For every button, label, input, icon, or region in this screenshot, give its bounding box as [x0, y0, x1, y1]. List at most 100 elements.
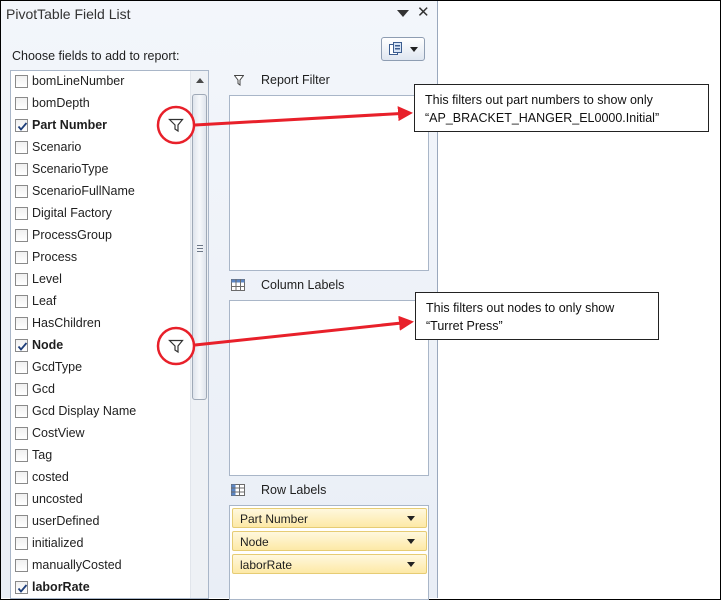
close-icon[interactable]: ✕: [417, 4, 430, 22]
field-row[interactable]: manuallyCosted: [11, 555, 189, 577]
field-label: CostView: [32, 426, 85, 440]
field-label: Gcd Display Name: [32, 404, 137, 418]
check-icon: [17, 584, 28, 593]
field-checkbox[interactable]: [15, 427, 28, 440]
field-checkbox[interactable]: [15, 141, 28, 154]
report-filter-title: Report Filter: [261, 73, 330, 87]
chevron-down-icon[interactable]: [407, 516, 415, 521]
field-checkbox[interactable]: [15, 163, 28, 176]
field-row[interactable]: ScenarioType: [11, 159, 189, 181]
field-checkbox[interactable]: [15, 493, 28, 506]
field-row[interactable]: GcdType: [11, 357, 189, 379]
callout-line: This filters out nodes to only show: [426, 301, 615, 315]
column-labels-area[interactable]: [229, 300, 429, 476]
row-label-item[interactable]: laborRate: [232, 554, 427, 574]
field-label: Part Number: [32, 118, 108, 132]
chevron-down-icon[interactable]: [407, 562, 415, 567]
field-row[interactable]: bomDepth: [11, 93, 189, 115]
field-label: ScenarioType: [32, 162, 109, 176]
field-row[interactable]: costed: [11, 467, 189, 489]
field-row[interactable]: HasChildren: [11, 313, 189, 335]
field-label: Digital Factory: [32, 206, 112, 220]
field-label: laborRate: [32, 580, 90, 594]
field-checkbox[interactable]: [15, 339, 28, 352]
field-row[interactable]: laborRate: [11, 577, 189, 598]
field-label: uncosted: [32, 492, 83, 506]
field-row[interactable]: Leaf: [11, 291, 189, 313]
field-checkbox[interactable]: [15, 185, 28, 198]
callout-line: This filters out part numbers to show on…: [425, 93, 653, 107]
funnel-icon: [234, 75, 244, 86]
field-row[interactable]: Part Number: [11, 115, 189, 137]
field-row[interactable]: bomLineNumber: [11, 71, 189, 93]
field-list-scrollbar[interactable]: [190, 71, 208, 598]
field-checkbox[interactable]: [15, 251, 28, 264]
column-labels-title: Column Labels: [261, 278, 345, 292]
field-checkbox[interactable]: [15, 559, 28, 572]
field-label: HasChildren: [32, 316, 101, 330]
field-row[interactable]: initialized: [11, 533, 189, 555]
field-label: Tag: [32, 448, 53, 462]
field-label: Leaf: [32, 294, 57, 308]
field-list: bomLineNumber bomDepth Part Number Scenario…: [10, 70, 209, 599]
field-row[interactable]: Gcd: [11, 379, 189, 401]
check-icon: [17, 122, 28, 131]
field-checkbox[interactable]: [15, 581, 28, 594]
field-layout-button[interactable]: [381, 37, 425, 61]
field-checkbox[interactable]: [15, 207, 28, 220]
field-checkbox[interactable]: [15, 405, 28, 418]
field-checkbox[interactable]: [15, 449, 28, 462]
field-checkbox[interactable]: [15, 273, 28, 286]
field-label: bomDepth: [32, 96, 90, 110]
field-row[interactable]: Scenario: [11, 137, 189, 159]
field-row[interactable]: Process: [11, 247, 189, 269]
row-grid-icon: [231, 484, 245, 496]
row-label-item[interactable]: Node: [232, 531, 427, 551]
column-grid-icon: [231, 279, 245, 291]
field-label: initialized: [32, 536, 84, 550]
field-checkbox[interactable]: [15, 119, 28, 132]
choose-fields-label: Choose fields to add to report:: [12, 49, 180, 63]
field-row[interactable]: ScenarioFullName: [11, 181, 189, 203]
field-row[interactable]: Node: [11, 335, 189, 357]
title-bar: PivotTable Field List ✕: [1, 1, 437, 28]
field-label: ProcessGroup: [32, 228, 112, 242]
field-row[interactable]: Level: [11, 269, 189, 291]
scrollbar-thumb[interactable]: [192, 94, 207, 400]
field-checkbox[interactable]: [15, 471, 28, 484]
field-checkbox[interactable]: [15, 537, 28, 550]
callout-line: “Turret Press”: [426, 319, 503, 333]
grip-line: [197, 251, 203, 252]
row-label-text: laborRate: [240, 558, 293, 572]
part-number-callout: This filters out part numbers to show on…: [414, 84, 709, 132]
field-row[interactable]: Digital Factory: [11, 203, 189, 225]
callout-line: “AP_BRACKET_HANGER_EL0000.Initial”: [425, 111, 660, 125]
chevron-down-icon[interactable]: [407, 539, 415, 544]
field-checkbox[interactable]: [15, 383, 28, 396]
field-checkbox[interactable]: [15, 317, 28, 330]
scroll-up-icon[interactable]: [196, 78, 204, 83]
field-row[interactable]: userDefined: [11, 511, 189, 533]
field-checkbox[interactable]: [15, 361, 28, 374]
field-row[interactable]: CostView: [11, 423, 189, 445]
field-checkbox[interactable]: [15, 515, 28, 528]
field-checkbox[interactable]: [15, 75, 28, 88]
field-row[interactable]: ProcessGroup: [11, 225, 189, 247]
field-checkbox[interactable]: [15, 229, 28, 242]
field-label: Gcd: [32, 382, 55, 396]
field-label: Node: [32, 338, 64, 352]
field-label: userDefined: [32, 514, 100, 528]
field-label: Scenario: [32, 140, 82, 154]
field-row[interactable]: uncosted: [11, 489, 189, 511]
field-checkbox[interactable]: [15, 97, 28, 110]
pane-title: PivotTable Field List: [6, 6, 131, 22]
field-row[interactable]: Gcd Display Name: [11, 401, 189, 423]
field-checkbox[interactable]: [15, 295, 28, 308]
row-labels-title: Row Labels: [261, 483, 327, 497]
chevron-down-icon[interactable]: [397, 10, 409, 17]
field-row[interactable]: Tag: [11, 445, 189, 467]
field-label: GcdType: [32, 360, 83, 374]
report-filter-area[interactable]: [229, 95, 429, 271]
row-label-item[interactable]: Part Number: [232, 508, 427, 528]
field-label: costed: [32, 470, 69, 484]
